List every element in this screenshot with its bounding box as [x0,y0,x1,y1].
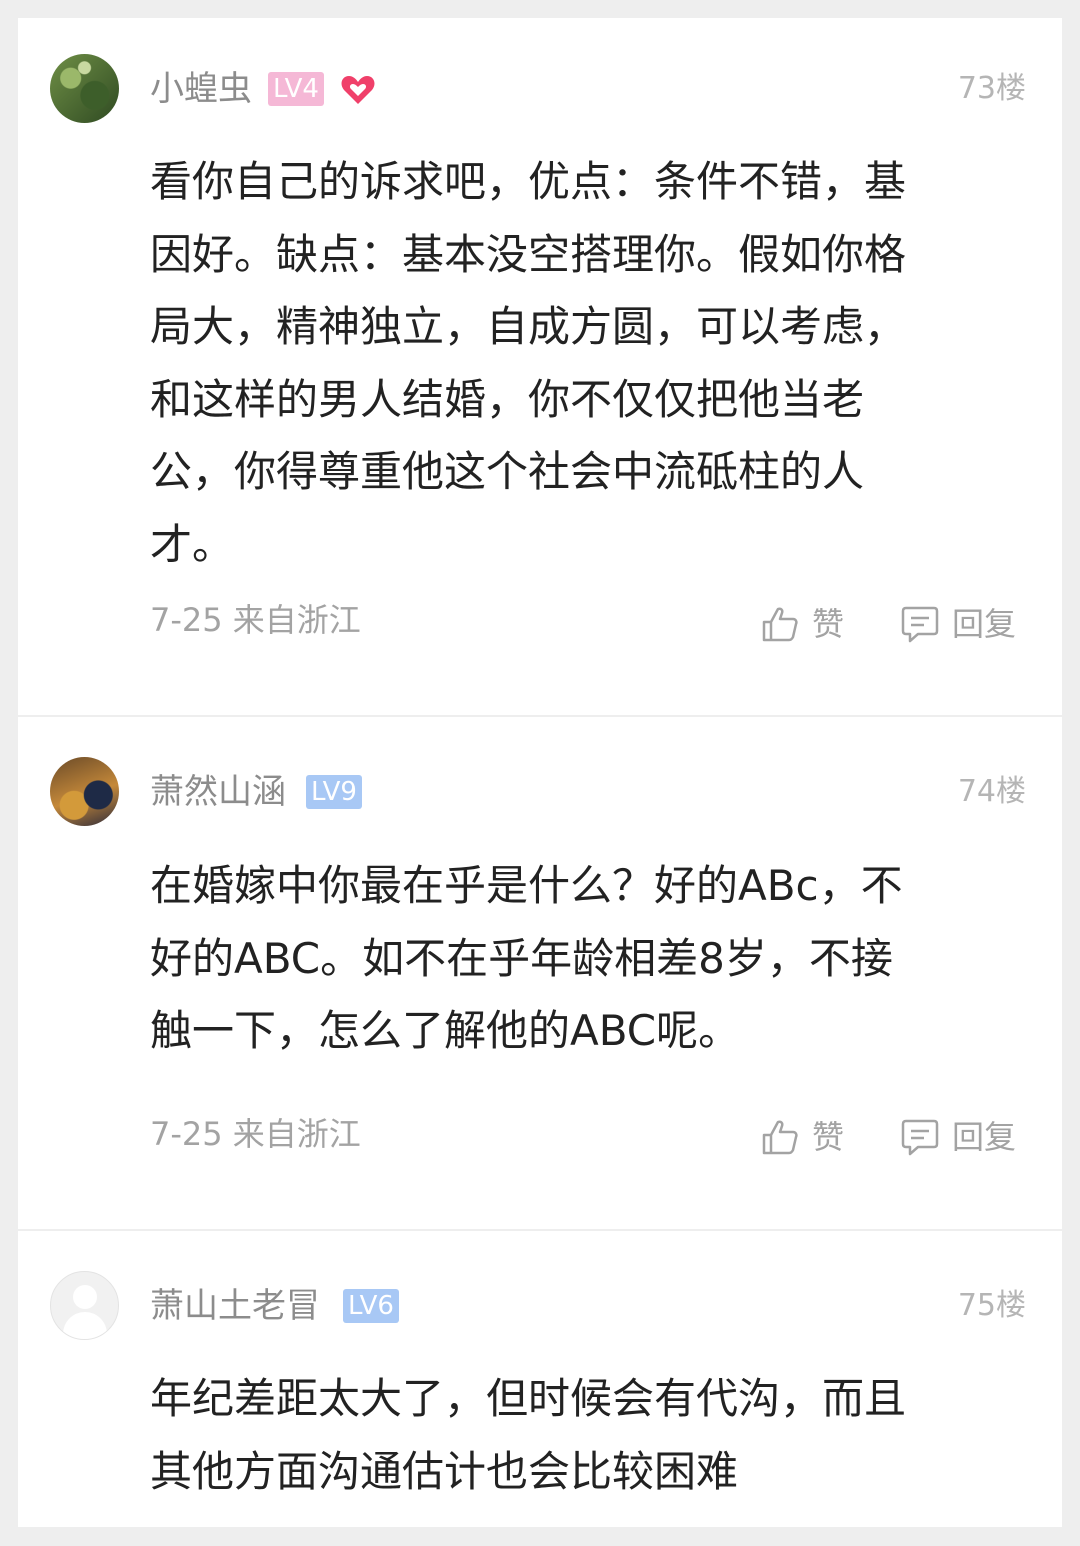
comment-content: 年纪差距太大了，但时候会有代沟，而且 其他方面沟通估计也会比较困难 [150,1363,1010,1508]
content-line: 触一下，怎么了解他的ABC呢。 [150,1006,741,1056]
avatar-body [63,1312,107,1339]
content-line: 因好。缺点：基本没空搭理你。假如你格 [150,229,907,279]
comment-content: 看你自己的诉求吧，优点：条件不错，基 因好。缺点：基本没空搭理你。假如你格 局大… [150,146,1010,582]
comment-card: 萧山土老冒 LV6 75楼 年纪差距太大了，但时候会有代沟，而且 其他方面沟通估… [18,1231,1062,1527]
content-line: 局大，精神独立，自成方圆，可以考虑， [150,302,907,352]
thumbs-up-icon [762,1120,798,1155]
reply-label: 回复 [952,605,1017,643]
content-line: 在婚嫁中你最在乎是什么？好的ABc，不 [150,861,903,910]
content-line: 才。 [150,519,235,569]
floor-number: 74楼 [957,774,1026,809]
username[interactable]: 萧然山涵 [150,772,286,812]
content-line: 其他方面沟通估计也会比较困难 [150,1446,739,1496]
avatar[interactable] [50,757,119,826]
content-line: 看你自己的诉求吧，优点：条件不错，基 [150,157,907,206]
like-button[interactable]: 赞 [760,1115,860,1159]
level-badge: LV4 [268,72,324,106]
avatar[interactable] [50,54,119,123]
floor-number: 73楼 [957,71,1026,106]
reply-button[interactable]: 回复 [900,1115,1030,1159]
comment-meta: 7-25 来自浙江 [150,601,361,639]
like-label: 赞 [812,1118,845,1156]
default-avatar-icon[interactable] [50,1271,119,1340]
reply-label: 回复 [952,1118,1017,1156]
heart-badge-icon [341,76,375,104]
avatar-head [73,1285,97,1309]
comment-icon [901,1119,939,1156]
level-badge: LV6 [343,1289,399,1323]
like-label: 赞 [812,605,845,643]
username[interactable]: 小蝗虫 [150,69,252,109]
content-line: 年纪差距太大了，但时候会有代沟，而且 [150,1374,907,1423]
comment-card: 萧然山涵 LV9 74楼 在婚嫁中你最在乎是什么？好的ABc，不 好的ABC。如… [18,717,1062,1229]
content-line: 好的ABC。如不在乎年龄相差8岁，不接 [150,933,893,983]
like-button[interactable]: 赞 [760,602,860,646]
comment-icon [901,606,939,643]
comment-content: 在婚嫁中你最在乎是什么？好的ABc，不 好的ABC。如不在乎年龄相差8岁，不接 … [150,850,1010,1068]
content-line: 和这样的男人结婚，你不仅仅把他当老 [150,374,865,424]
reply-button[interactable]: 回复 [900,602,1030,646]
username[interactable]: 萧山土老冒 [150,1286,320,1326]
floor-number: 75楼 [957,1288,1026,1323]
level-badge: LV9 [306,775,362,809]
comment-meta: 7-25 来自浙江 [150,1115,361,1153]
thumbs-up-icon [762,607,798,642]
content-line: 公，你得尊重他这个社会中流砥柱的人 [150,447,865,497]
comment-card: 小蝗虫 LV4 73楼 看你自己的诉求吧，优点：条件不错，基 因好。缺点：基本没… [18,18,1062,715]
